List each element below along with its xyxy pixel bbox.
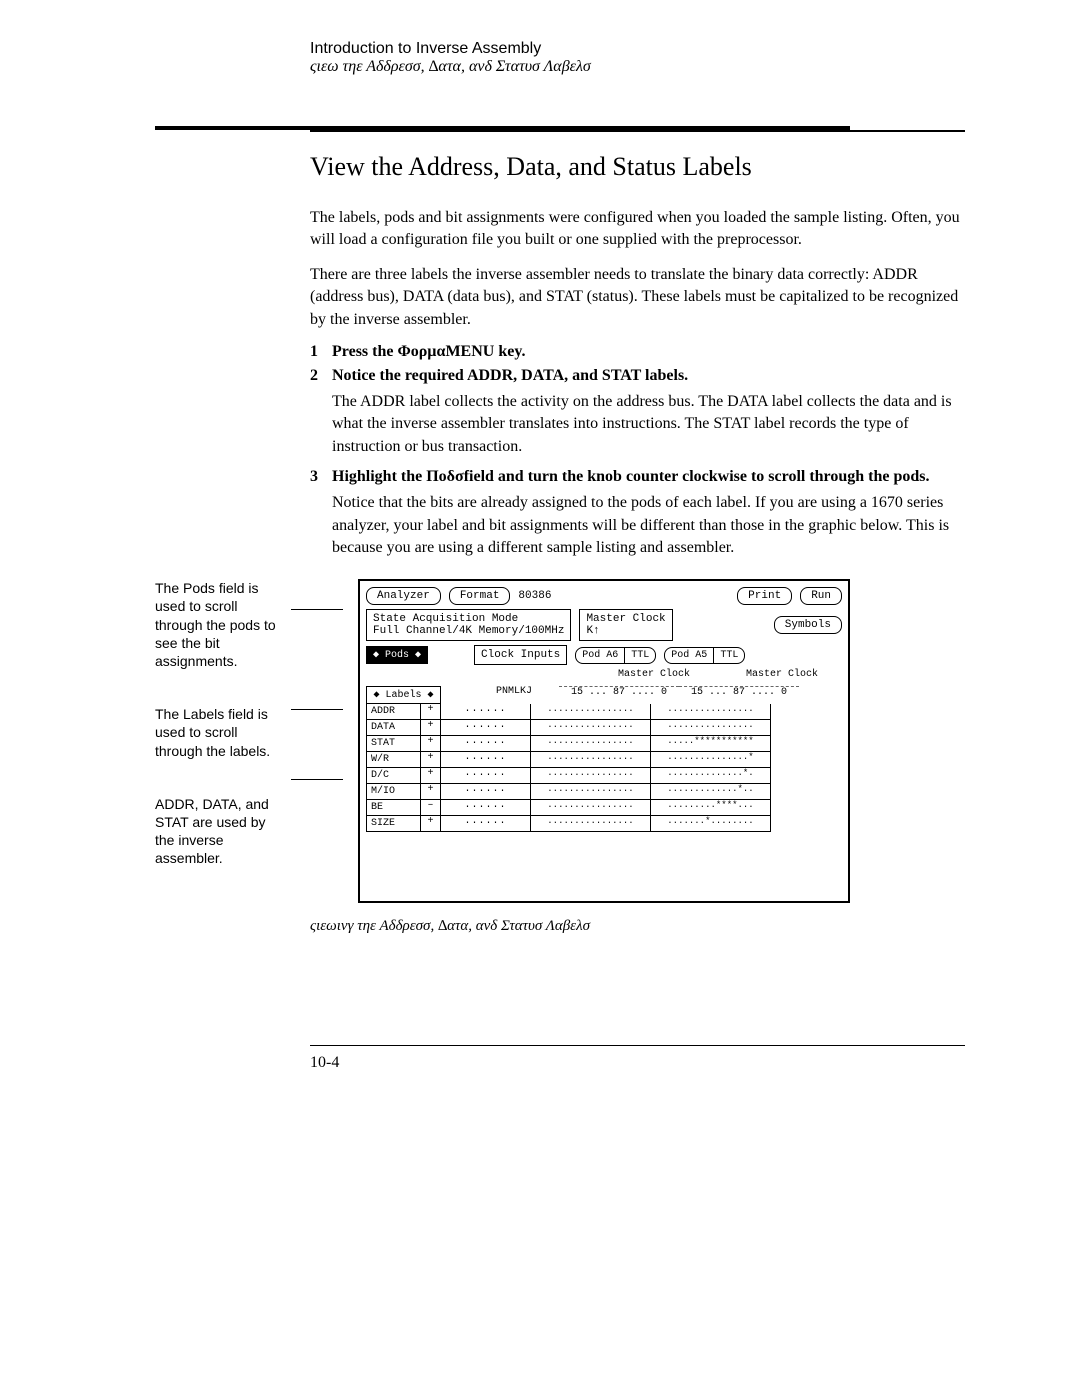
master-clock-a5: Master Clock	[722, 669, 842, 680]
label-row: M/IO+...................................…	[366, 784, 842, 800]
row-bits-a6: ................	[531, 768, 651, 784]
ttl-a6: TTL	[625, 647, 656, 664]
doc-section-greek: ςιεω τηε Αδδρεσσ, ∆ατα, ανδ Στατυσ Λαβελ…	[310, 58, 1020, 76]
row-sign[interactable]: +	[421, 784, 441, 800]
annotation-addr-data-stat: ADDR, DATA, and STAT are used by the inv…	[155, 795, 276, 868]
row-sign[interactable]: +	[421, 768, 441, 784]
row-bits-a6: ................	[531, 720, 651, 736]
annotation-labels: The Labels field is used to scroll throu…	[155, 705, 276, 760]
col-bits-1: 15 ... 87 .... 0	[559, 686, 679, 704]
step-text-3: Highlight the Ποδσfield and turn the kno…	[332, 468, 930, 486]
step-body-2: The ADDR label collects the activity on …	[332, 391, 965, 458]
callout-line-3	[291, 779, 343, 780]
master-clock-a6: Master Clock	[594, 669, 714, 680]
step-number-2: 2	[310, 367, 332, 385]
row-label[interactable]: W/R	[366, 752, 421, 768]
row-label[interactable]: ADDR	[366, 704, 421, 720]
row-pnmlkj: ......	[441, 720, 531, 736]
label-row: ADDR+...................................…	[366, 704, 842, 720]
row-sign[interactable]: +	[421, 704, 441, 720]
row-pnmlkj: ......	[441, 816, 531, 832]
labels-field[interactable]: ◆ Labels ◆	[366, 686, 441, 704]
format-button[interactable]: Format	[449, 587, 511, 605]
row-sign[interactable]: +	[421, 816, 441, 832]
row-bits-a6: ................	[531, 800, 651, 816]
annotation-pods: The Pods field is used to scroll through…	[155, 579, 276, 670]
label-row: DATA+...................................…	[366, 720, 842, 736]
row-bits-a5: .....***********	[651, 736, 771, 752]
row-sign[interactable]: –	[421, 800, 441, 816]
row-pnmlkj: ......	[441, 768, 531, 784]
run-button[interactable]: Run	[800, 587, 842, 605]
row-sign[interactable]: +	[421, 720, 441, 736]
doc-chapter: Introduction to Inverse Assembly	[310, 40, 1020, 58]
label-row: BE–...............................****..…	[366, 800, 842, 816]
row-bits-a5: .........****...	[651, 800, 771, 816]
row-label[interactable]: D/C	[366, 768, 421, 784]
row-pnmlkj: ......	[441, 704, 531, 720]
step-text-1: Press the ΦορµαΜENU key.	[332, 343, 525, 361]
chip-label: 80386	[518, 590, 551, 602]
clock-inputs-box: Clock Inputs	[474, 645, 567, 665]
row-bits-a5: ................	[651, 704, 771, 720]
analyzer-screenshot: Analyzer Format 80386 Print Run State Ac…	[358, 579, 850, 902]
label-row: D/C+....................................…	[366, 768, 842, 784]
print-button[interactable]: Print	[737, 587, 792, 605]
intro-paragraph-1: The labels, pods and bit assignments wer…	[310, 207, 965, 252]
divider-bottom	[310, 1045, 965, 1046]
row-pnmlkj: ......	[441, 800, 531, 816]
col-bits-2: 15 ... 87 .... 0	[679, 686, 799, 704]
row-label[interactable]: BE	[366, 800, 421, 816]
callout-line-1	[291, 609, 343, 610]
intro-paragraph-2: There are three labels the inverse assem…	[310, 264, 965, 331]
row-label[interactable]: M/IO	[366, 784, 421, 800]
row-sign[interactable]: +	[421, 752, 441, 768]
row-bits-a6: ................	[531, 752, 651, 768]
step-number-3: 3	[310, 468, 332, 486]
pod-a5-label: Pod A5	[664, 647, 714, 664]
row-bits-a6: ................	[531, 704, 651, 720]
symbols-button[interactable]: Symbols	[774, 616, 842, 634]
row-pnmlkj: ......	[441, 736, 531, 752]
label-row: STAT+...........................********…	[366, 736, 842, 752]
row-bits-a5: ................	[651, 720, 771, 736]
row-pnmlkj: ......	[441, 752, 531, 768]
step-body-3: Notice that the bits are already assigne…	[332, 492, 965, 559]
analyzer-button[interactable]: Analyzer	[366, 587, 441, 605]
step-number-1: 1	[310, 343, 332, 361]
master-clock-label: Master Clock	[586, 613, 665, 625]
label-row: W/R+....................................…	[366, 752, 842, 768]
row-pnmlkj: ......	[441, 784, 531, 800]
row-bits-a5: ..............*.	[651, 768, 771, 784]
step-text-2: Notice the required ADDR, DATA, and STAT…	[332, 367, 688, 385]
row-bits-a6: ................	[531, 736, 651, 752]
row-label[interactable]: SIZE	[366, 816, 421, 832]
row-bits-a6: ................	[531, 784, 651, 800]
master-clock-k: K↑	[586, 625, 665, 637]
row-label[interactable]: STAT	[366, 736, 421, 752]
row-bits-a5: ...............*	[651, 752, 771, 768]
acq-mode-line2: Full Channel/4K Memory/100MHz	[373, 625, 564, 637]
row-bits-a5: .............*..	[651, 784, 771, 800]
pods-field[interactable]: ◆ Pods ◆	[366, 646, 428, 664]
label-row: SIZE+.............................*.....…	[366, 816, 842, 832]
figure-caption: ςιεωινγ τηε Αδδρεσσ, ∆ατα, ανδ Στατυσ Λα…	[310, 918, 965, 935]
page-number: 10-4	[310, 1054, 1020, 1072]
ttl-a5: TTL	[714, 647, 745, 664]
callout-line-2	[291, 709, 343, 710]
row-bits-a6: ................	[531, 816, 651, 832]
row-sign[interactable]: +	[421, 736, 441, 752]
pod-a6-label: Pod A6	[575, 647, 625, 664]
page-title: View the Address, Data, and Status Label…	[310, 152, 965, 182]
row-label[interactable]: DATA	[366, 720, 421, 736]
divider-top	[310, 130, 965, 132]
col-pnmlkj: PNMLKJ	[469, 686, 559, 704]
acq-mode-line1: State Acquisition Mode	[373, 613, 564, 625]
row-bits-a5: .......*........	[651, 816, 771, 832]
